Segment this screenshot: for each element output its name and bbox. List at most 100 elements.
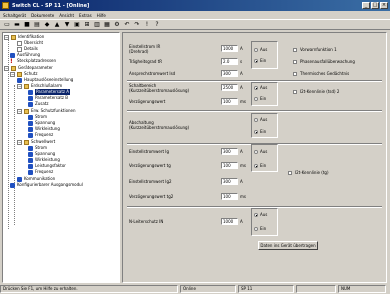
undo-icon[interactable]: ↶ (123, 21, 131, 29)
parameter-icon (28, 114, 33, 120)
window-controls: _ □ × (362, 2, 388, 9)
warning-icon: ! (10, 57, 13, 65)
download-icon[interactable]: ▼ (63, 21, 71, 29)
page-icon (17, 40, 22, 46)
folder-icon (24, 139, 29, 145)
application-window: Switch CL - SP 11 - [Online] _ □ × Schal… (0, 0, 390, 294)
apply-to-device-button[interactable]: Daten ins Gerät übertragen (258, 241, 318, 250)
einstellstrom-ig2-unit: A (240, 179, 243, 184)
verzoegerung-tg2-field[interactable]: 100 (221, 193, 238, 200)
info-icon[interactable]: ! (143, 21, 151, 29)
connect-icon[interactable]: ◆ (43, 21, 51, 29)
radio-ein[interactable]: Ein (254, 129, 266, 134)
schaltbereich-field[interactable]: 2500 (221, 84, 238, 91)
einstellstrom-ig-label: Einstellstromwert Ig (129, 149, 169, 154)
collapse-icon[interactable]: − (17, 83, 22, 89)
verzoegerung-field[interactable]: 100 (221, 98, 238, 105)
tree-node-zusatz[interactable]: Zusatz (28, 101, 48, 107)
radio-button[interactable] (254, 212, 258, 217)
radio-button[interactable] (254, 117, 258, 122)
checkbox[interactable] (293, 59, 297, 64)
help-icon[interactable]: ? (153, 21, 161, 29)
parameter-icon (28, 126, 33, 132)
einstellstrom-field[interactable]: 1000 (221, 45, 238, 52)
close-icon[interactable]: × (380, 2, 388, 9)
tree-node-frequenz[interactable]: Frequenz (28, 132, 53, 138)
tree-node-ausgangsmodul[interactable]: Konfigurierbarer Ausgangsmodul (10, 182, 83, 188)
radio-aus[interactable]: Aus (254, 85, 267, 90)
radio-button[interactable] (254, 47, 258, 52)
radio-aus[interactable]: Aus (254, 117, 267, 122)
radio-aus[interactable]: Aus (254, 149, 267, 154)
checkbox[interactable] (288, 170, 292, 175)
schaltbereich-unit: A (240, 85, 243, 90)
collapse-icon[interactable]: − (17, 139, 22, 145)
collapse-icon[interactable]: − (4, 34, 9, 40)
title-bar: Switch CL - SP 11 - [Online] _ □ × (0, 0, 390, 11)
settings-icon[interactable]: ⚙ (113, 21, 121, 29)
radio-ein[interactable]: Ein (254, 163, 266, 168)
graph-icon[interactable]: ▦ (103, 21, 111, 29)
ansprechstrom-field[interactable]: 300 (221, 70, 238, 77)
schaltbereich-sublabel: (Kurzzeitüberstromauslösung) (129, 88, 190, 93)
i2t-tsd-checkbox[interactable]: I2t-Kennlinie (tsd) 2 (293, 89, 339, 94)
einstellstrom-ig-field[interactable]: 300 (221, 148, 238, 155)
menu-item[interactable]: Dokumente (31, 13, 54, 18)
print-icon[interactable]: ▤ (33, 21, 41, 29)
traegheitsgrad-field[interactable]: 2.0 (221, 58, 238, 65)
thermisches-gedaechtnis-checkbox[interactable]: Thermisches Gedächtnis (293, 71, 349, 76)
checkbox[interactable] (293, 89, 297, 94)
open-folder-icon[interactable]: ▬ (13, 21, 21, 29)
checkbox[interactable] (293, 71, 297, 76)
verzoegerung-tg-field[interactable]: 100 (221, 162, 238, 169)
traegheitsgrad-label: Trägheitsgrad tR (129, 59, 163, 64)
parameter-panel: Einstellstrom IR (Drehrad) 1000 A Träghe… (122, 32, 387, 283)
verzoegerung-label: Verzögerungswert (129, 99, 166, 104)
radio-button[interactable] (254, 163, 258, 168)
parameter-icon (28, 89, 33, 95)
radio-aus[interactable]: Aus (254, 47, 267, 52)
radio-button[interactable] (254, 96, 258, 101)
verzoegerung-tg-label: Verzögerungswert tg (129, 163, 171, 168)
maximize-icon[interactable]: □ (371, 2, 379, 9)
tree-node-steckplatz[interactable]: ! Steckplatzadressen (10, 58, 56, 64)
radio-ein[interactable]: Ein (254, 58, 266, 63)
i2t-tg-checkbox[interactable]: I2t-Kennlinie (tg) (288, 170, 329, 175)
radio-button[interactable] (254, 85, 258, 90)
radio-button[interactable] (254, 129, 258, 134)
radio-button[interactable] (254, 149, 258, 154)
collapse-icon[interactable]: − (10, 71, 15, 77)
verzoegerung-tg-unit: ms (240, 163, 246, 168)
minimize-icon[interactable]: _ (362, 2, 370, 9)
chart-icon[interactable]: ▥ (93, 21, 101, 29)
collapse-icon[interactable]: − (4, 65, 9, 71)
folder-icon (17, 71, 22, 77)
collapse-icon[interactable]: − (17, 108, 22, 114)
menu-item[interactable]: Hilfe (97, 13, 106, 18)
radio-button[interactable] (254, 226, 258, 231)
menu-item[interactable]: Extras (79, 13, 92, 18)
compare-icon[interactable]: ⊞ (83, 21, 91, 29)
redo-icon[interactable]: ↷ (133, 21, 141, 29)
save-icon[interactable]: ■ (23, 21, 31, 29)
new-document-icon[interactable]: ▭ (3, 21, 11, 29)
menu-bar: Schaltgerät Dokumente Ansicht Extras Hil… (0, 11, 390, 19)
vorwarnfunktion-checkbox[interactable]: Vorwarnfunktion 1 (293, 47, 337, 52)
status-numlock: NUM (338, 285, 386, 293)
radio-ein[interactable]: Ein (254, 226, 266, 231)
checkbox[interactable] (293, 47, 297, 52)
device-icon[interactable]: ▣ (73, 21, 81, 29)
tree-node-sw-frequenz[interactable]: Frequenz (28, 169, 53, 175)
menu-item[interactable]: Schaltgerät (3, 13, 26, 18)
page-icon (17, 46, 22, 52)
radio-ein[interactable]: Ein (254, 96, 266, 101)
upload-icon[interactable]: ▲ (53, 21, 61, 29)
radio-button[interactable] (254, 58, 258, 63)
menu-item[interactable]: Ansicht (59, 13, 74, 18)
radio-aus[interactable]: Aus (254, 212, 267, 217)
einstellstrom-ig2-field[interactable]: 300 (221, 178, 238, 185)
n-leiter-field[interactable]: 1000 (221, 218, 238, 225)
folder-icon (24, 108, 29, 114)
phasenausfall-checkbox[interactable]: Phasenausfallüberwachung (293, 59, 355, 64)
parameter-icon (10, 52, 15, 58)
